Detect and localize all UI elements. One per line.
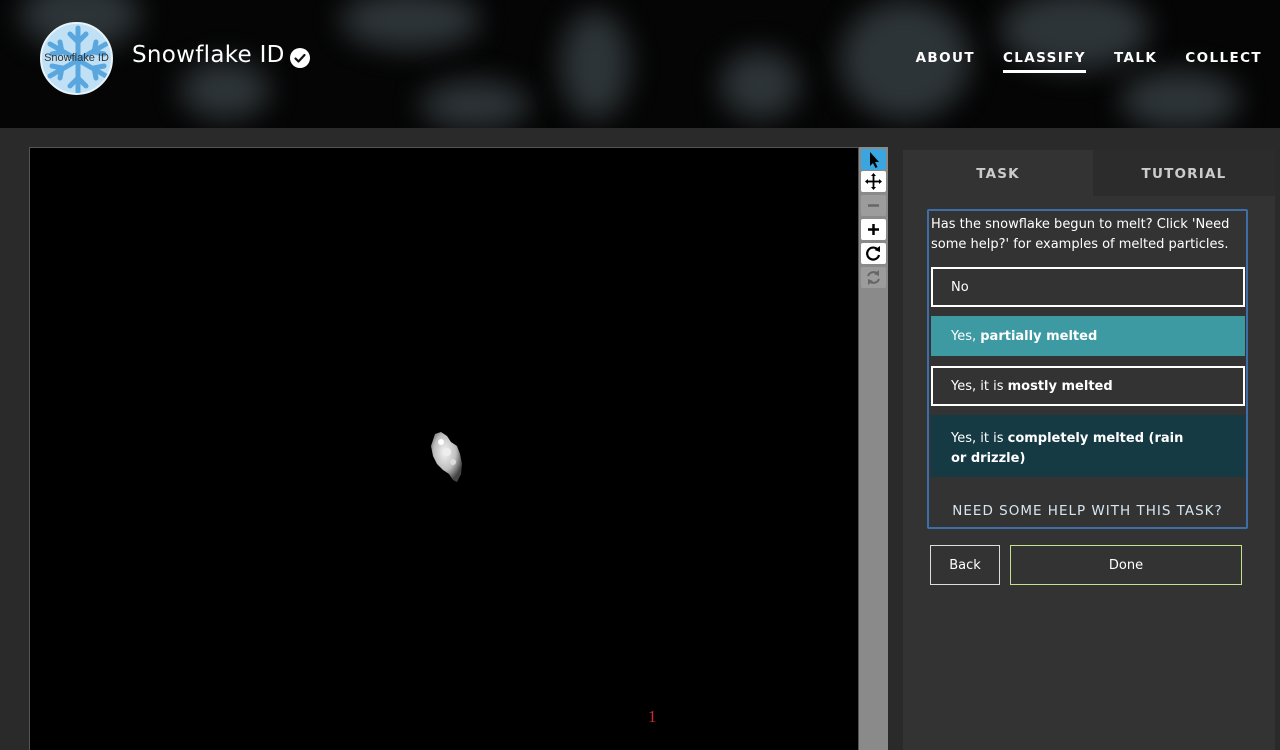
answer-partial-bold: partially melted (980, 328, 1098, 344)
answer-partially-melted-button[interactable]: Yes, partially melted (931, 316, 1245, 356)
reset-button[interactable] (861, 267, 886, 288)
pointer-icon (870, 152, 879, 168)
answer-mostly-melted-button[interactable]: Yes, it is mostly melted (931, 366, 1245, 406)
back-button[interactable]: Back (930, 545, 1000, 585)
reset-icon (867, 270, 880, 285)
frame-number: 1 (648, 707, 657, 726)
answer-no-button[interactable]: No (931, 267, 1245, 307)
verified-badge-icon (290, 48, 310, 68)
move-tool-button[interactable] (861, 171, 886, 192)
nav-talk[interactable]: TALK (1114, 50, 1157, 73)
answer-partial-prefix: Yes, (951, 328, 981, 344)
zoom-out-button[interactable] (861, 195, 886, 216)
logo-text: Snowflake ID (44, 52, 109, 64)
viewer-toolbar (859, 147, 888, 750)
rotate-icon (866, 246, 881, 261)
zoom-in-button[interactable] (861, 219, 886, 240)
project-logo[interactable]: Snowflake ID (40, 22, 113, 95)
nav-classify[interactable]: CLASSIFY (1002, 50, 1086, 73)
zoom-out-icon (868, 204, 879, 207)
task-panel: TASK TUTORIAL Has the snowflake begun to… (903, 150, 1275, 750)
nav-about[interactable]: ABOUT (916, 50, 975, 73)
rotate-button[interactable] (861, 243, 886, 264)
zoom-in-icon (868, 224, 879, 235)
answer-completely-melted-button[interactable]: Yes, it is completely melted (rain or dr… (931, 415, 1245, 477)
need-help-link[interactable]: NEED SOME HELP WITH THIS TASK? (929, 503, 1246, 519)
task-box: Has the snowflake begun to melt? Click '… (927, 209, 1248, 529)
move-icon (865, 173, 882, 190)
done-button[interactable]: Done (1010, 545, 1242, 585)
answer-mostly-bold: mostly melted (1007, 378, 1113, 394)
answer-mostly-prefix: Yes, it is (951, 378, 1008, 394)
task-question: Has the snowflake begun to melt? Click '… (931, 217, 1230, 252)
panel-tabs: TASK TUTORIAL (903, 150, 1275, 196)
pointer-tool-button[interactable] (861, 149, 886, 170)
subject-viewer[interactable]: 1 (29, 147, 859, 750)
site-header: Snowflake ID Snowflake ID ABOUT CLASSIFY… (0, 0, 1280, 128)
snowflake-particle-image (431, 432, 462, 482)
tab-tutorial[interactable]: TUTORIAL (1093, 150, 1275, 196)
answer-no-label: No (951, 279, 969, 295)
project-title[interactable]: Snowflake ID (132, 42, 285, 68)
answer-completely-prefix: Yes, it is (951, 431, 1008, 446)
nav-collect[interactable]: COLLECT (1185, 50, 1262, 73)
tab-task[interactable]: TASK (903, 150, 1093, 196)
project-nav: ABOUT CLASSIFY TALK COLLECT (916, 50, 1262, 73)
